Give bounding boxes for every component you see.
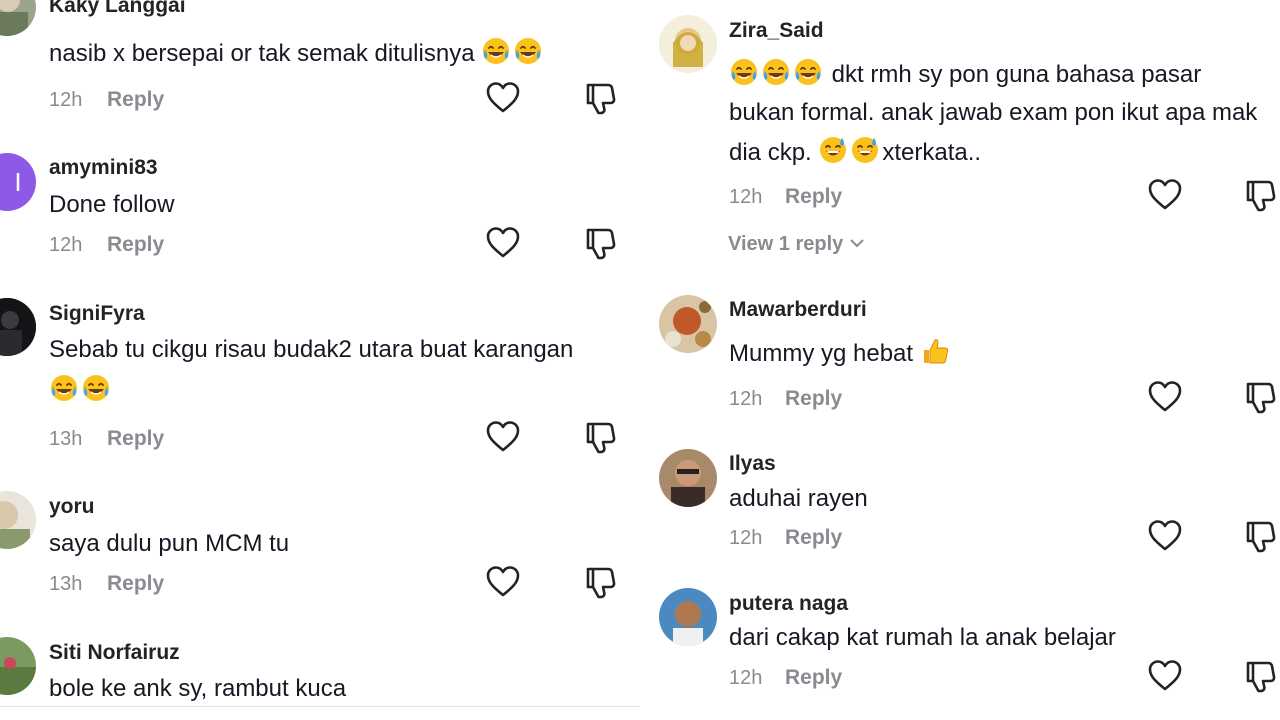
comment-text: aduhai rayen — [729, 485, 868, 512]
comment-time: 12h — [729, 388, 763, 410]
comment-text: dia ckp. xterkata.. — [729, 132, 981, 173]
comments-panel-right: Zira_Said dkt rmh sy pon guna bahasa pas… — [640, 0, 1280, 720]
comment-username[interactable]: Siti Norfairuz — [49, 641, 180, 665]
dislike-icon[interactable] — [1242, 518, 1278, 554]
chevron-down-icon — [850, 239, 864, 248]
comment-time: 12h — [729, 667, 763, 689]
divider — [0, 706, 640, 707]
reply-button[interactable]: Reply — [107, 233, 164, 257]
sweat-smile-icon — [850, 135, 880, 165]
comment-text: bole ke ank sy, rambut kuca — [49, 675, 347, 702]
comment-text-line: dia ckp. — [729, 139, 819, 166]
reply-button[interactable]: Reply — [785, 666, 842, 690]
avatar[interactable] — [659, 449, 717, 507]
reply-button[interactable]: Reply — [785, 185, 842, 209]
comment-username[interactable]: Mawarberduri — [729, 298, 867, 322]
dislike-icon[interactable] — [1242, 379, 1278, 415]
comment-username[interactable]: putera naga — [729, 592, 848, 616]
comment-time: 13h — [49, 573, 83, 595]
joy-icon — [513, 36, 543, 66]
comment-text-line: dkt rmh sy pon guna bahasa pasar — [825, 61, 1202, 88]
comment-username[interactable]: Zira_Said — [729, 19, 824, 43]
comment-username[interactable]: Kaky Langgai — [49, 0, 186, 18]
comment-text-line: xterkata.. — [882, 139, 982, 166]
comment-text-line: bukan formal. anak jawab exam pon ikut a… — [729, 99, 1258, 126]
sweat-smile-icon — [818, 135, 848, 165]
heart-icon[interactable] — [1147, 177, 1183, 213]
reply-button[interactable]: Reply — [785, 526, 842, 550]
avatar[interactable] — [0, 491, 36, 549]
heart-icon[interactable] — [485, 225, 521, 261]
dislike-icon[interactable] — [1242, 658, 1278, 694]
avatar[interactable]: I — [0, 153, 36, 211]
comment-time: 13h — [49, 428, 83, 450]
avatar[interactable] — [659, 295, 717, 353]
heart-icon[interactable] — [485, 419, 521, 455]
comment-time: 12h — [49, 89, 83, 111]
heart-icon[interactable] — [1147, 658, 1183, 694]
avatar-initial: I — [14, 166, 22, 197]
heart-icon[interactable] — [485, 80, 521, 116]
dislike-icon[interactable] — [582, 80, 618, 116]
dislike-icon[interactable] — [582, 564, 618, 600]
joy-icon — [81, 373, 111, 403]
avatar[interactable] — [0, 298, 36, 356]
thumbs-up-icon — [920, 336, 950, 366]
avatar[interactable] — [659, 15, 717, 73]
avatar[interactable] — [659, 588, 717, 646]
comment-username[interactable]: amymini83 — [49, 156, 158, 180]
comment-text: dari cakap kat rumah la anak belajar — [729, 624, 1116, 651]
comment-text: saya dulu pun MCM tu — [49, 530, 290, 557]
comment-text-content: nasib x bersepai or tak semak ditulisnya — [49, 40, 475, 67]
heart-icon[interactable] — [1147, 518, 1183, 554]
dislike-icon[interactable] — [582, 225, 618, 261]
comment-username[interactable]: yoru — [49, 495, 95, 519]
comments-panel-left: Kaky Langgai nasib x bersepai or tak sem… — [0, 0, 640, 720]
dislike-icon[interactable] — [582, 419, 618, 455]
comment-username[interactable]: Ilyas — [729, 452, 776, 476]
reply-button[interactable]: Reply — [107, 88, 164, 112]
comment-text: Done follow — [49, 191, 175, 218]
reply-button[interactable]: Reply — [107, 427, 164, 451]
reply-button[interactable]: Reply — [785, 387, 842, 411]
view-replies-label: View 1 reply — [728, 233, 844, 255]
comment-text: nasib x bersepai or tak semak ditulisnya — [49, 33, 545, 74]
comment-time: 12h — [729, 186, 763, 208]
comment-text: Sebab tu cikgu risau budak2 utara buat k… — [49, 336, 574, 363]
avatar[interactable] — [0, 0, 36, 36]
avatar[interactable] — [0, 637, 36, 695]
comment-time: 12h — [729, 527, 763, 549]
comment-time: 12h — [49, 234, 83, 256]
joy-icon — [761, 57, 791, 87]
heart-icon[interactable] — [485, 564, 521, 600]
view-replies-button[interactable]: View 1 reply — [728, 233, 865, 256]
dislike-icon[interactable] — [1242, 177, 1278, 213]
joy-icon — [49, 373, 79, 403]
comment-username[interactable]: SigniFyra — [49, 302, 145, 326]
joy-icon — [481, 36, 511, 66]
comment-text: dkt rmh sy pon guna bahasa pasar — [729, 54, 1201, 95]
joy-icon — [793, 57, 823, 87]
comment-text: Mummy yg hebat — [729, 333, 952, 374]
heart-icon[interactable] — [1147, 379, 1183, 415]
joy-icon — [729, 57, 759, 87]
reply-button[interactable]: Reply — [107, 572, 164, 596]
comment-text-content: Mummy yg hebat — [729, 340, 920, 367]
comment-text-emoji-line — [49, 370, 113, 411]
